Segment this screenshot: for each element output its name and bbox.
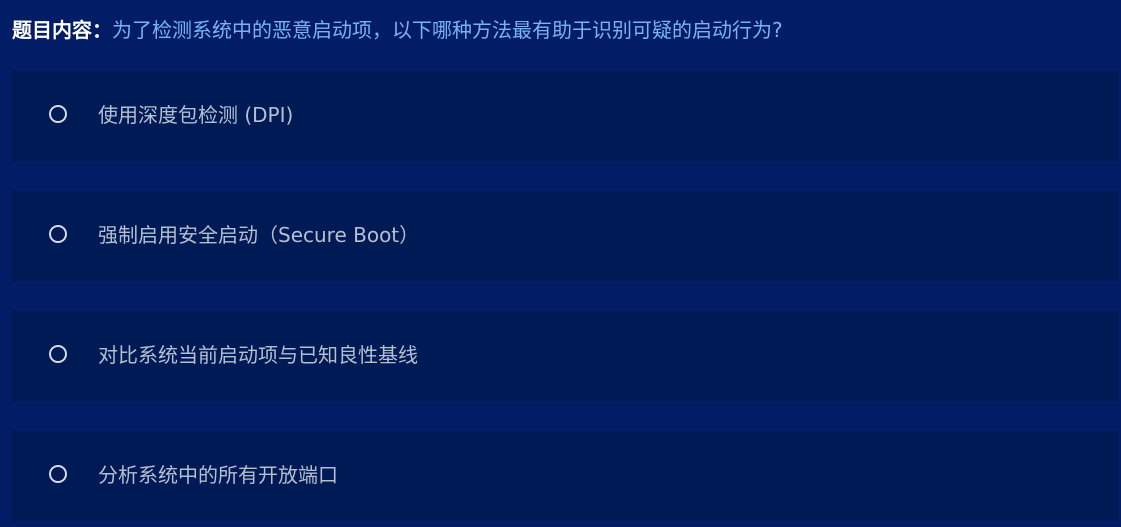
options-list: 使用深度包检测 (DPI) 强制启用安全启动（Secure Boot） 对比系统… — [12, 71, 1118, 521]
question-text: 为了检测系统中的恶意启动项，以下哪种方法最有助于识别可疑的启动行为? — [112, 18, 783, 42]
radio-button-icon[interactable] — [49, 465, 67, 483]
radio-button-icon[interactable] — [49, 105, 67, 123]
option-label: 对比系统当前启动项与已知良性基线 — [98, 343, 418, 367]
question-label: 题目内容： — [12, 18, 112, 42]
option-4[interactable]: 分析系统中的所有开放端口 — [12, 431, 1118, 521]
option-1[interactable]: 使用深度包检测 (DPI) — [12, 71, 1118, 161]
option-label: 使用深度包检测 (DPI) — [98, 103, 294, 127]
radio-button-icon[interactable] — [49, 225, 67, 243]
option-3[interactable]: 对比系统当前启动项与已知良性基线 — [12, 311, 1118, 401]
option-2[interactable]: 强制启用安全启动（Secure Boot） — [12, 191, 1118, 281]
question-header: 题目内容：为了检测系统中的恶意启动项，以下哪种方法最有助于识别可疑的启动行为? — [12, 16, 783, 44]
option-label: 强制启用安全启动（Secure Boot） — [98, 223, 420, 247]
option-label: 分析系统中的所有开放端口 — [98, 463, 338, 487]
radio-button-icon[interactable] — [49, 345, 67, 363]
